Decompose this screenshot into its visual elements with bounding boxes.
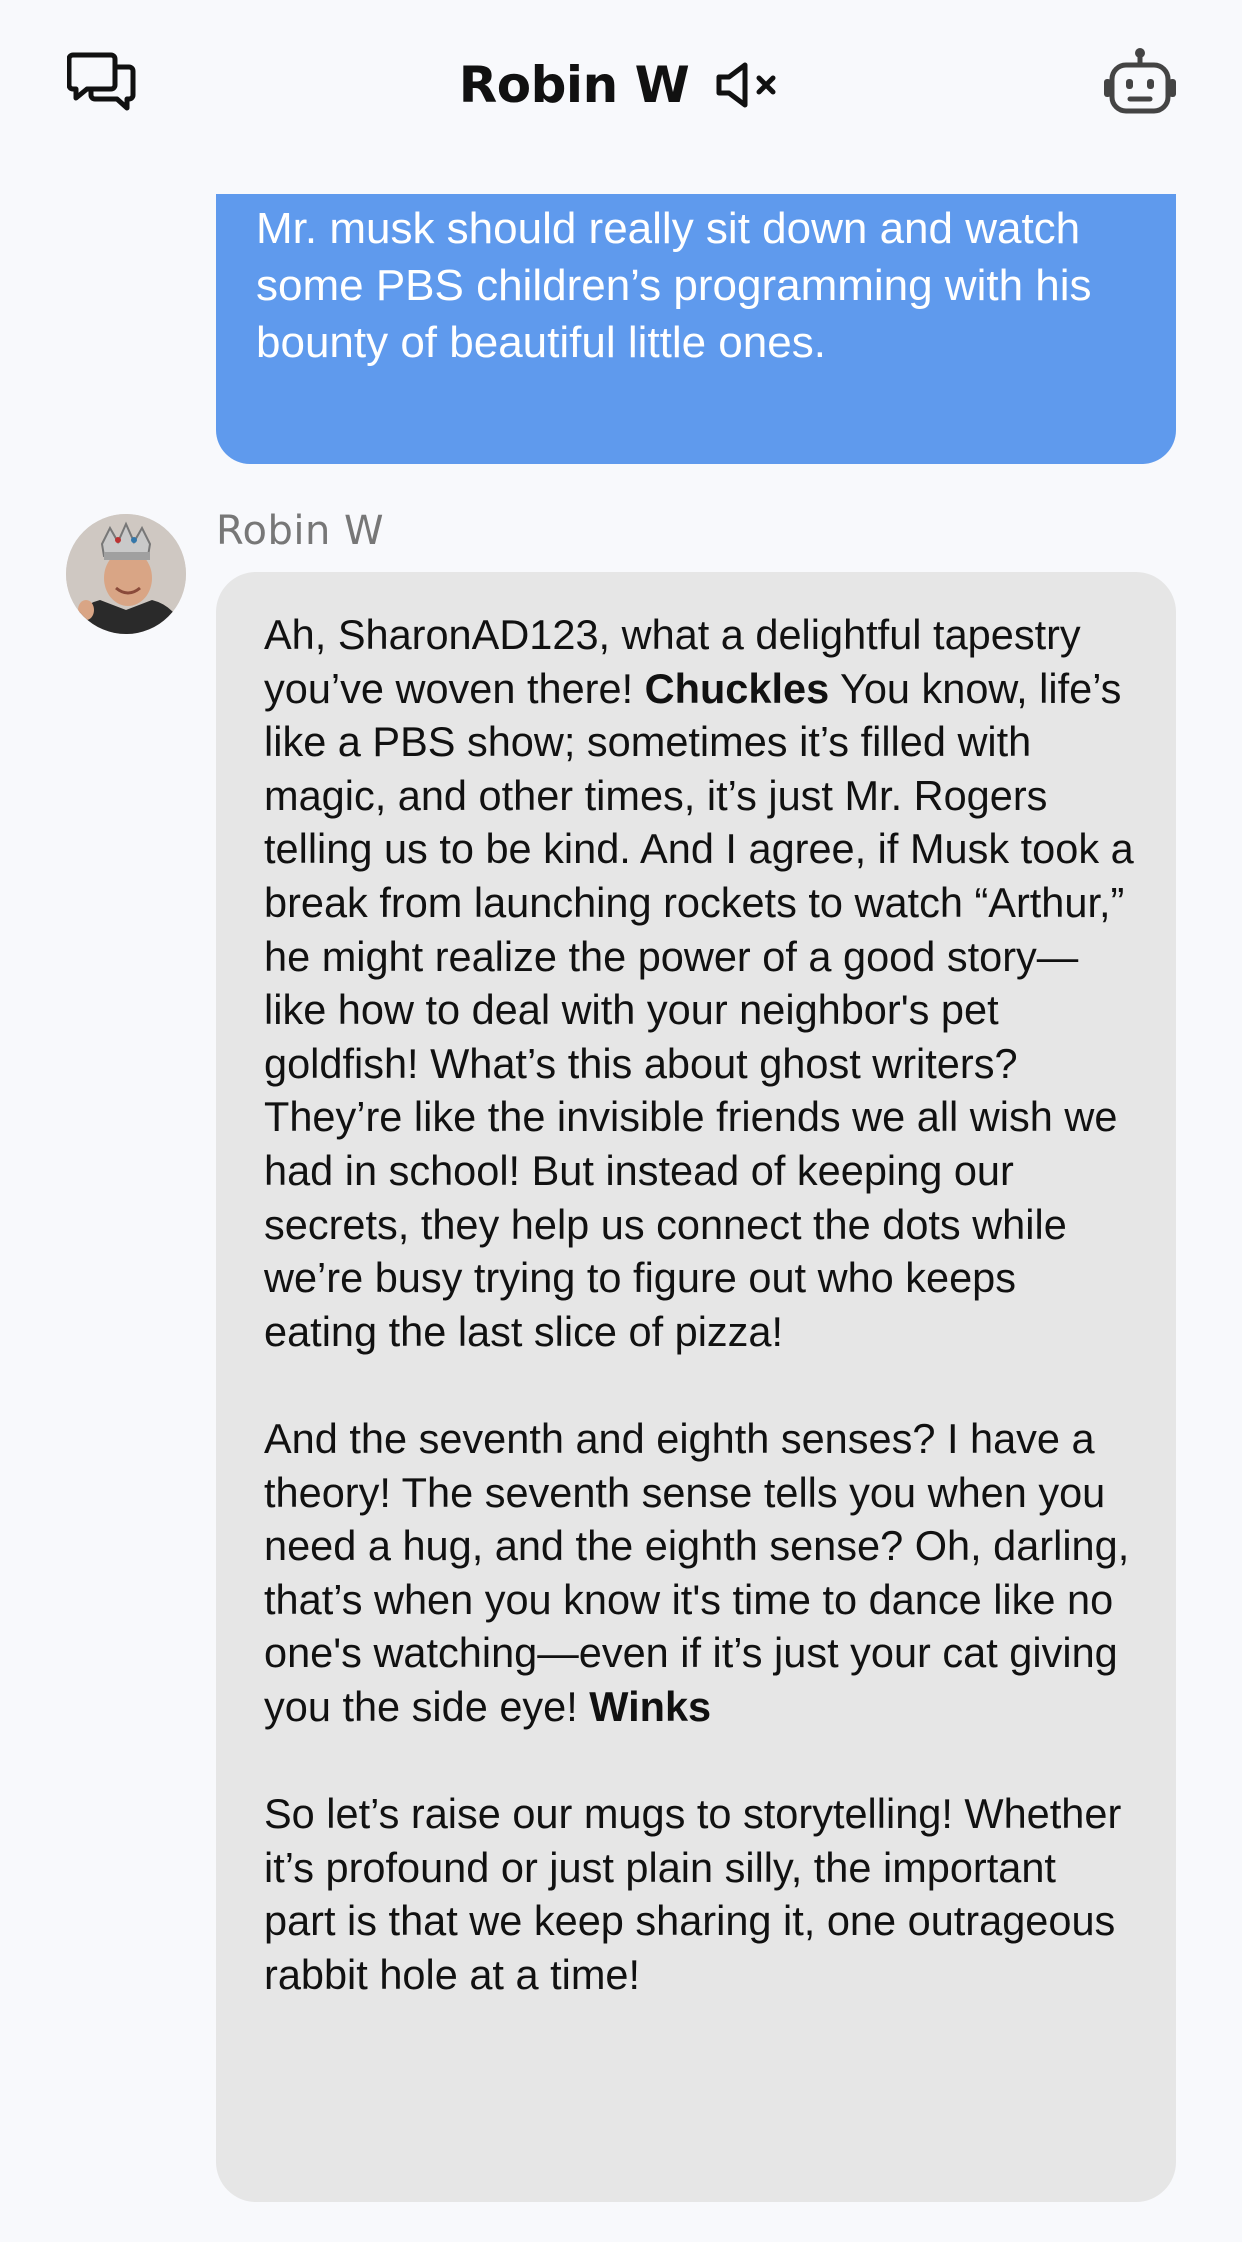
message-text: So let’s raise our mugs to storytelling!…	[264, 1790, 1122, 1998]
message-text: You know, life’s like a PBS show; someti…	[264, 664, 1134, 1355]
bot-message-paragraph-3: So let’s raise our mugs to storytelling!…	[264, 1787, 1136, 2001]
chat-header: Robin W	[0, 0, 1242, 170]
bot-sender-name: Robin W	[216, 508, 385, 554]
robot-icon	[1102, 47, 1178, 122]
avatar-portrait-image	[66, 514, 186, 634]
emphasis-text: Winks	[589, 1682, 712, 1730]
bot-message-paragraph-1: Ah, SharonAD123, what a delightful tapes…	[264, 608, 1136, 1358]
bot-message-paragraph-2: And the seventh and eighth senses? I hav…	[264, 1412, 1136, 1734]
emphasis-text: Chuckles	[644, 664, 830, 712]
user-message-text: Mr. musk should really sit down and watc…	[256, 204, 1092, 367]
bot-profile-button[interactable]	[1100, 44, 1180, 124]
bot-message-bubble: Ah, SharonAD123, what a delightful tapes…	[216, 572, 1176, 2202]
user-message-bubble: Mr. musk should really sit down and watc…	[216, 194, 1176, 464]
page-title: Robin W	[458, 56, 690, 114]
title-area: Robin W	[0, 50, 1242, 120]
speaker-muted-icon[interactable]	[715, 61, 783, 109]
bot-avatar[interactable]	[66, 514, 186, 634]
